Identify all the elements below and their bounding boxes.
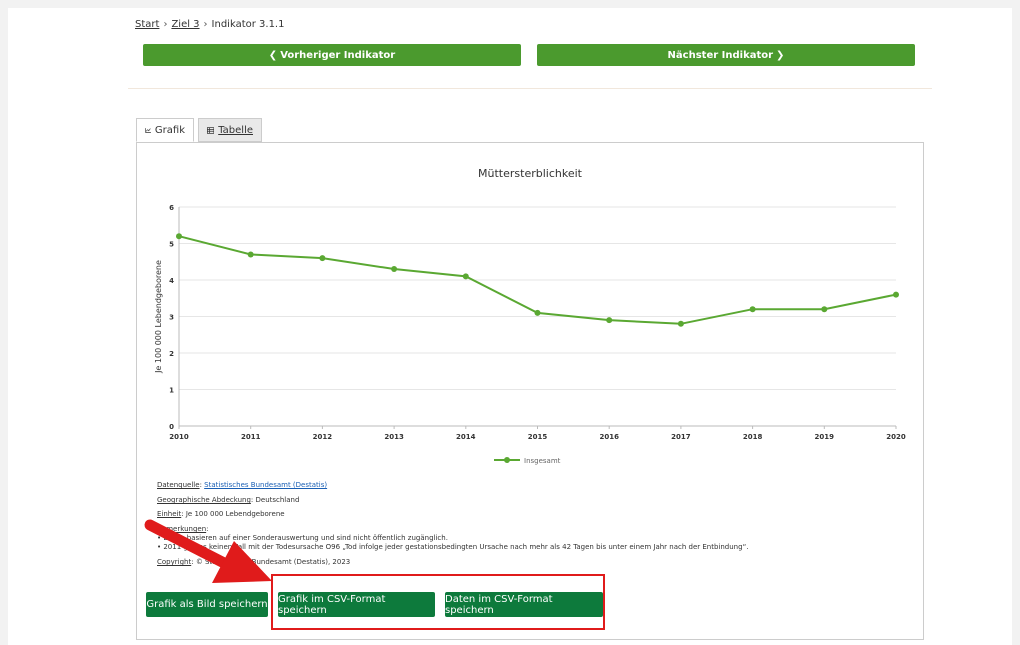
next-indicator-button[interactable]: Nächster Indikator ❯ xyxy=(537,44,915,66)
y-tick-label: 4 xyxy=(169,277,174,285)
x-tick-label: 2018 xyxy=(743,433,763,441)
data-point xyxy=(176,233,182,240)
x-tick-label: 2010 xyxy=(169,433,189,441)
y-tick-label: 1 xyxy=(169,387,174,395)
previous-indicator-label: Vorheriger Indikator xyxy=(280,49,396,61)
y-axis-label: Je 100 000 Lebendgeborene xyxy=(154,260,163,374)
x-tick-label: 2019 xyxy=(815,433,835,441)
y-tick-label: 5 xyxy=(169,241,174,249)
chevron-left-icon: ❮ xyxy=(268,49,278,61)
x-tick-label: 2017 xyxy=(671,433,691,441)
line-chart-icon xyxy=(145,127,151,133)
x-tick-label: 2020 xyxy=(886,433,906,441)
data-point xyxy=(749,306,756,313)
breadcrumb-separator: › xyxy=(163,19,168,30)
previous-indicator-button[interactable]: ❮ Vorheriger Indikator xyxy=(143,44,521,66)
tab-tabelle-label: Tabelle xyxy=(218,124,253,136)
table-icon xyxy=(207,126,215,134)
geographic-coverage-label: Geographische Abdeckung xyxy=(157,496,251,504)
legend-label: Insgesamt xyxy=(524,457,561,465)
breadcrumb-start-link[interactable]: Start xyxy=(135,19,159,30)
data-point xyxy=(319,255,326,262)
y-tick-label: 0 xyxy=(169,423,174,431)
data-source-link[interactable]: Statistisches Bundesamt (Destatis) xyxy=(204,481,327,489)
tab-grafik-label: Grafik xyxy=(154,124,185,136)
breadcrumb-current: Indikator 3.1.1 xyxy=(211,19,285,30)
data-point xyxy=(606,317,613,324)
legend-marker xyxy=(504,457,510,463)
chevron-right-icon: ❯ xyxy=(776,49,785,61)
save-image-button[interactable]: Grafik als Bild speichern xyxy=(146,592,268,617)
tab-grafik[interactable]: Grafik xyxy=(136,118,194,142)
data-point xyxy=(893,291,899,298)
divider xyxy=(128,88,932,89)
data-point xyxy=(821,306,828,313)
data-source-label: Datenquelle xyxy=(157,481,200,489)
data-point xyxy=(391,266,398,273)
geographic-coverage-value: Deutschland xyxy=(255,496,300,504)
data-source: Datenquelle: Statistisches Bundesamt (De… xyxy=(157,481,328,489)
line-chart: 0 1 2 3 4 5 6 2010 2011 2012 2013 2014 2015 2016 2017 2… xyxy=(154,204,906,465)
x-tick-label: 2012 xyxy=(313,433,333,441)
data-point xyxy=(534,309,541,316)
data-point xyxy=(462,273,469,280)
chart-title: Müttersterblichkeit xyxy=(478,167,582,180)
data-point xyxy=(677,320,684,327)
x-tick-label: 2015 xyxy=(528,433,548,441)
y-tick-label: 6 xyxy=(169,204,174,212)
x-tick-label: 2011 xyxy=(241,433,261,441)
breadcrumb-goal-link[interactable]: Ziel 3 xyxy=(171,19,199,30)
red-arrow-icon xyxy=(144,519,272,583)
breadcrumb-separator: › xyxy=(203,19,208,30)
next-indicator-label: Nächster Indikator xyxy=(667,49,774,61)
tab-tabelle[interactable]: Tabelle xyxy=(198,118,262,142)
breadcrumb: Start › Ziel 3 › Indikator 3.1.1 xyxy=(135,19,284,30)
data-point xyxy=(247,251,254,258)
y-tick-label: 3 xyxy=(169,314,174,322)
x-tick-label: 2016 xyxy=(599,433,619,441)
highlight-box xyxy=(271,574,605,630)
y-tick-label: 2 xyxy=(169,350,174,358)
geographic-coverage: Geographische Abdeckung: Deutschland xyxy=(157,496,300,504)
x-tick-label: 2014 xyxy=(456,433,476,441)
x-tick-label: 2013 xyxy=(384,433,404,441)
